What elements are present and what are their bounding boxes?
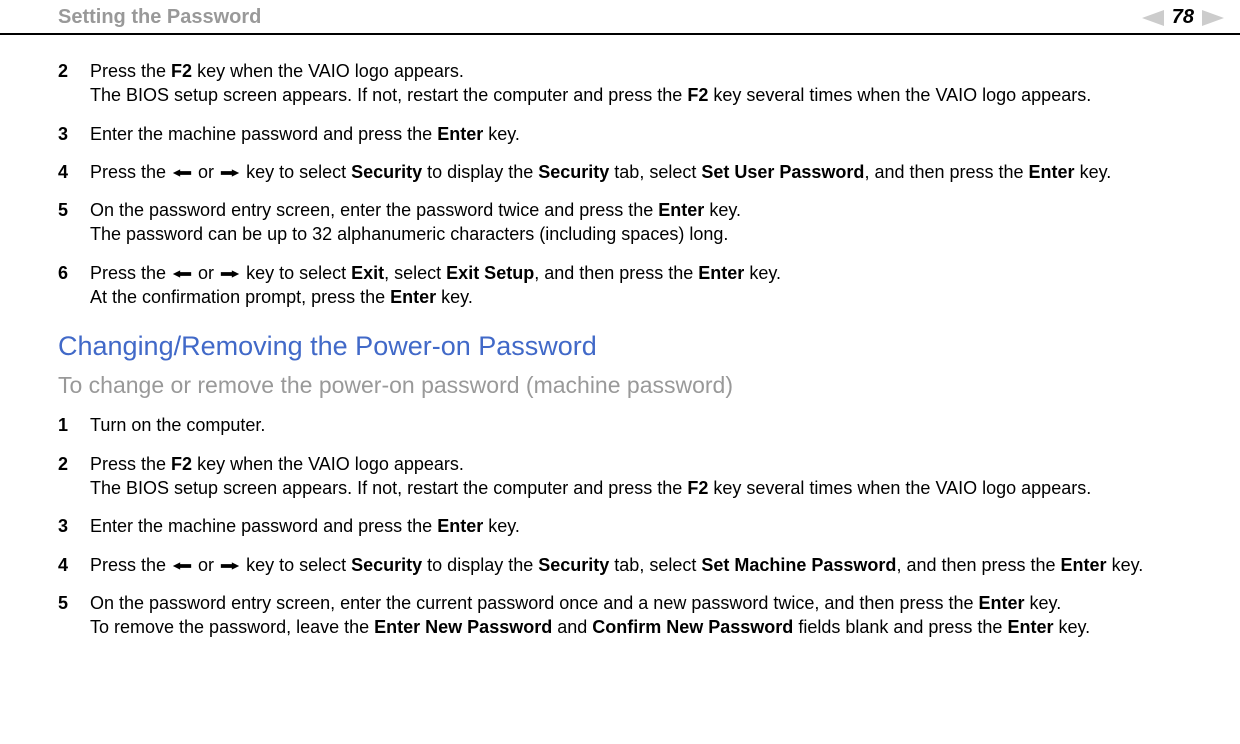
step-number: 3 <box>58 514 90 538</box>
arrow-left-icon <box>171 168 193 178</box>
step-number: 5 <box>58 591 90 640</box>
header-title: Setting the Password <box>58 6 261 29</box>
step-body: Press the or key to select Exit, select … <box>90 261 1200 310</box>
step-body: Turn on the computer. <box>90 413 1200 437</box>
page-number: 78 <box>1172 6 1194 29</box>
step: 4Press the or key to select Security to … <box>58 160 1200 184</box>
step: 5On the password entry screen, enter the… <box>58 198 1200 247</box>
step-number: 4 <box>58 553 90 577</box>
step-body: Enter the machine password and press the… <box>90 514 1200 538</box>
arrow-right-icon <box>219 561 241 571</box>
step-body: Press the or key to select Security to d… <box>90 553 1200 577</box>
section-subtitle: To change or remove the power-on passwor… <box>58 372 1200 399</box>
step-body: Press the or key to select Security to d… <box>90 160 1200 184</box>
step-body: Enter the machine password and press the… <box>90 122 1200 146</box>
arrow-right-icon <box>219 269 241 279</box>
step-body: Press the F2 key when the VAIO logo appe… <box>90 59 1200 108</box>
next-page-icon[interactable] <box>1202 10 1224 26</box>
step: 6Press the or key to select Exit, select… <box>58 261 1200 310</box>
page-nav: 78 <box>1142 6 1224 29</box>
arrow-right-icon <box>219 168 241 178</box>
step-body: On the password entry screen, enter the … <box>90 198 1200 247</box>
section-heading: Changing/Removing the Power-on Password <box>58 331 1200 362</box>
arrow-left-icon <box>171 269 193 279</box>
step: 3Enter the machine password and press th… <box>58 514 1200 538</box>
step-number: 3 <box>58 122 90 146</box>
step: 1Turn on the computer. <box>58 413 1200 437</box>
arrow-left-icon <box>171 561 193 571</box>
step-body: On the password entry screen, enter the … <box>90 591 1200 640</box>
step-number: 6 <box>58 261 90 310</box>
step: 5On the password entry screen, enter the… <box>58 591 1200 640</box>
page-content: 2Press the F2 key when the VAIO logo app… <box>0 35 1240 673</box>
page-header: Setting the Password 78 <box>0 0 1240 35</box>
step: 2Press the F2 key when the VAIO logo app… <box>58 59 1200 108</box>
step-body: Press the F2 key when the VAIO logo appe… <box>90 452 1200 501</box>
step: 4Press the or key to select Security to … <box>58 553 1200 577</box>
step-number: 4 <box>58 160 90 184</box>
step-number: 5 <box>58 198 90 247</box>
step: 3Enter the machine password and press th… <box>58 122 1200 146</box>
step: 2Press the F2 key when the VAIO logo app… <box>58 452 1200 501</box>
prev-page-icon[interactable] <box>1142 10 1164 26</box>
step-number: 2 <box>58 452 90 501</box>
step-number: 2 <box>58 59 90 108</box>
step-number: 1 <box>58 413 90 437</box>
